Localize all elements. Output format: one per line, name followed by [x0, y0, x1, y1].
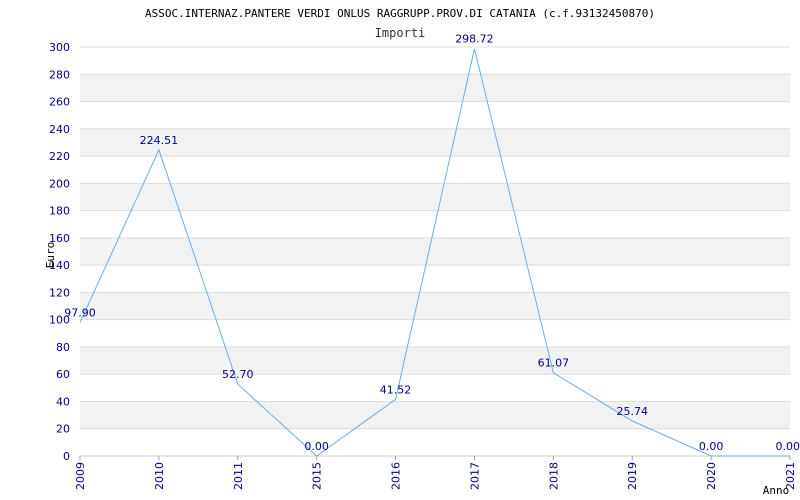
y-axis-label: Euro — [44, 242, 57, 269]
grid-band — [80, 128, 790, 157]
x-tick-label: 2010 — [153, 462, 166, 490]
grid-band — [80, 237, 790, 266]
grid-band — [80, 292, 790, 320]
x-tick-label: 2009 — [74, 462, 87, 490]
x-tick-label: 2017 — [468, 462, 481, 490]
data-label: 298.72 — [455, 33, 494, 46]
x-axis-label: Anno — [763, 484, 790, 497]
y-tick-label: 280 — [49, 68, 70, 81]
x-tick-label: 2011 — [232, 462, 245, 490]
chart-title: ASSOC.INTERNAZ.PANTERE VERDI ONLUS RAGGR… — [145, 7, 655, 20]
data-label: 61.07 — [538, 357, 570, 370]
data-label: 0.00 — [776, 440, 800, 453]
x-tick-label: 2020 — [705, 462, 718, 490]
grid-band — [80, 74, 790, 102]
x-tick-label: 2015 — [311, 462, 324, 490]
y-tick-label: 0 — [63, 450, 70, 463]
y-tick-label: 200 — [49, 177, 70, 190]
chart-subtitle: Importi — [375, 26, 426, 40]
x-axis-ticks: 2009 2010 2011 2015 2016 2017 2018 2019 2020 2021 — [74, 456, 797, 490]
data-label: 41.52 — [380, 383, 412, 396]
data-label: 97.90 — [64, 307, 96, 320]
data-label: 0.00 — [304, 440, 329, 453]
data-label: 224.51 — [140, 134, 179, 147]
x-tick-label: 2019 — [626, 462, 639, 490]
y-tick-label: 220 — [49, 150, 70, 163]
y-tick-label: 20 — [56, 423, 70, 436]
y-tick-label: 260 — [49, 96, 70, 109]
grid-band — [80, 183, 790, 211]
data-label: 52.70 — [222, 368, 254, 381]
grid-band — [80, 401, 790, 429]
grid-bands — [80, 74, 790, 429]
y-tick-label: 80 — [56, 341, 70, 354]
data-label: 0.00 — [699, 440, 724, 453]
x-tick-label: 2016 — [390, 462, 403, 490]
y-tick-label: 300 — [49, 41, 70, 54]
y-tick-label: 120 — [49, 286, 70, 299]
y-tick-label: 240 — [49, 123, 70, 136]
y-tick-label: 40 — [56, 395, 70, 408]
line-chart: ASSOC.INTERNAZ.PANTERE VERDI ONLUS RAGGR… — [44, 7, 800, 497]
y-tick-label: 180 — [49, 205, 70, 218]
grid-band — [80, 346, 790, 375]
y-tick-label: 60 — [56, 368, 70, 381]
x-tick-label: 2018 — [547, 462, 560, 490]
data-label: 25.74 — [616, 405, 648, 418]
